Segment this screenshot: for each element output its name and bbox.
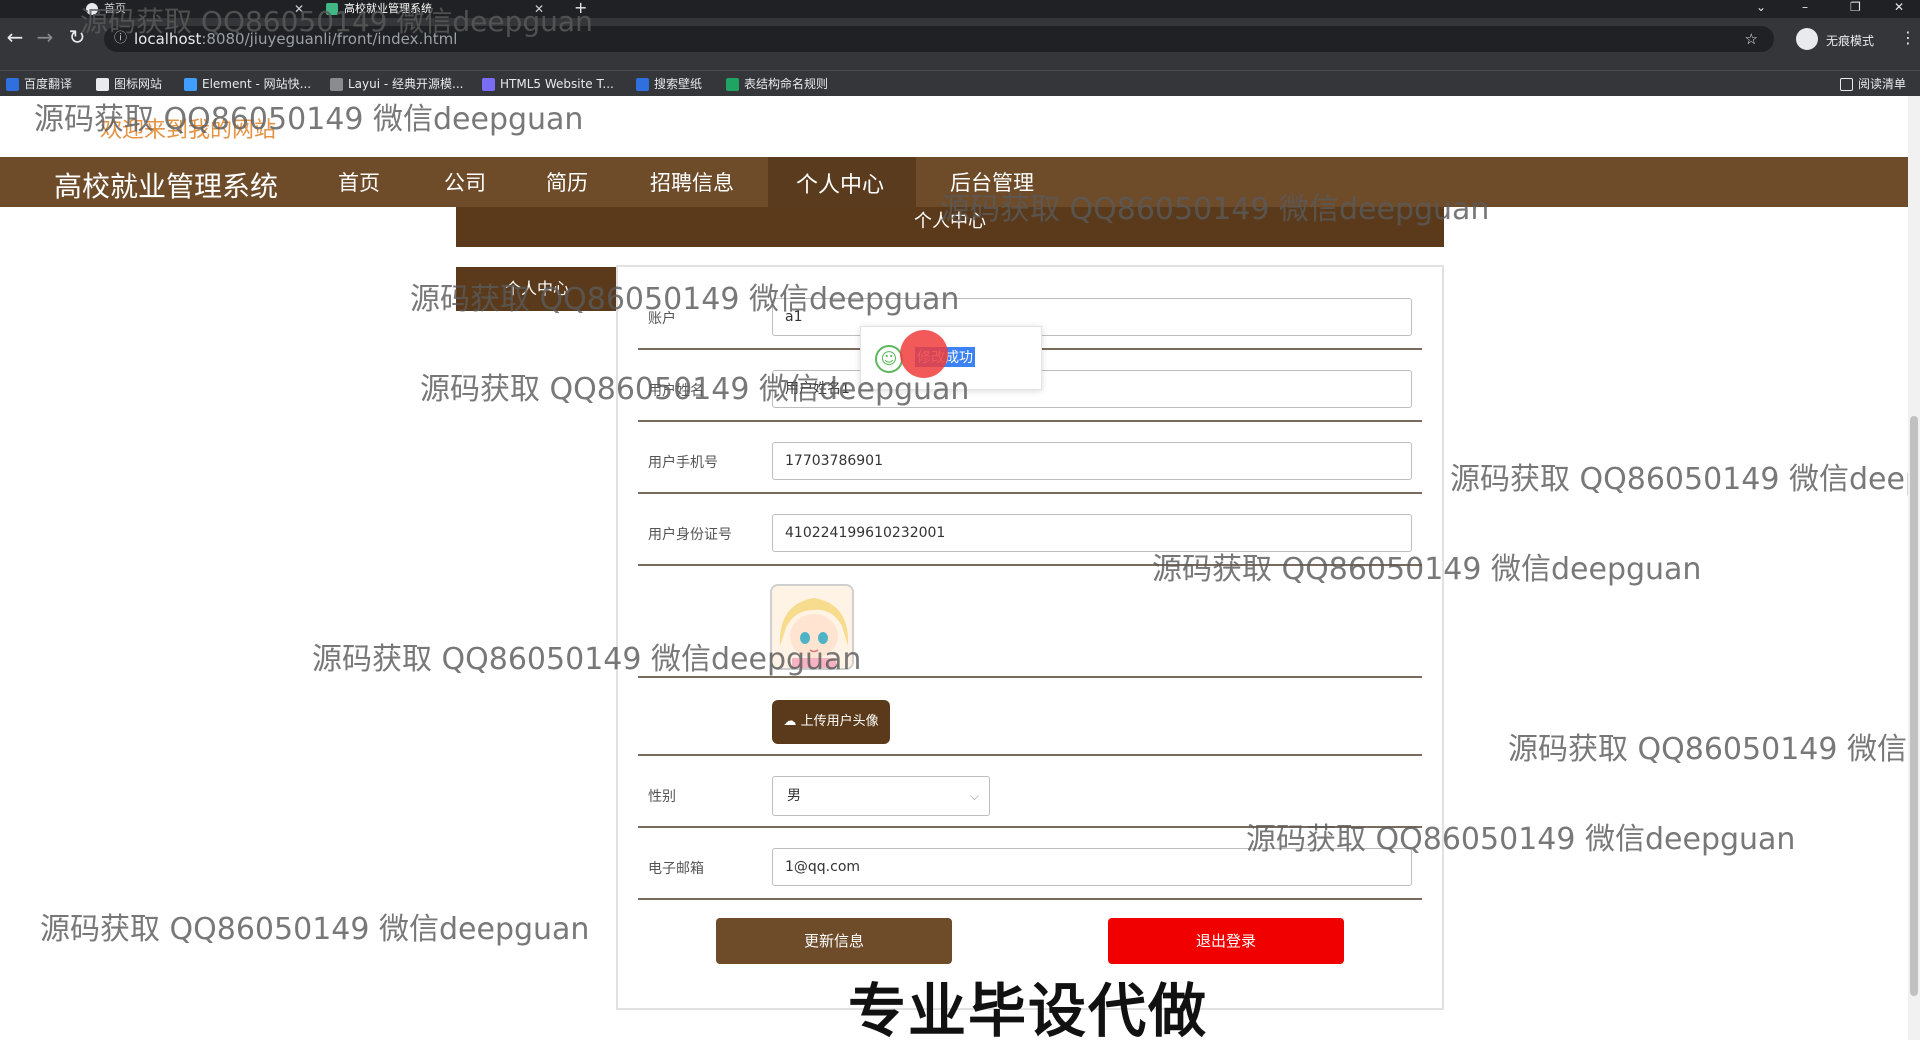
- star-icon[interactable]: ☆: [1745, 26, 1758, 52]
- gender-select[interactable]: 男 ⌵: [772, 776, 990, 816]
- bookmark-label: 搜索壁纸: [654, 77, 703, 91]
- phone-label: 用户手机号: [648, 455, 718, 471]
- watermark-text: 源码获取 QQ86050149 微信deepguan: [1450, 462, 1920, 497]
- reading-list-button[interactable]: 阅读清单: [1840, 75, 1906, 93]
- bookmark-item[interactable]: Layui - 经典开源模...: [330, 75, 463, 93]
- watermark-text: 源码获取 QQ86050149 微信deepguan: [34, 102, 584, 137]
- flag-icon: [96, 78, 109, 91]
- bookmark-item[interactable]: HTML5 Website T...: [482, 75, 614, 93]
- gender-label: 性别: [648, 789, 676, 805]
- bookmark-label: 图标网站: [114, 77, 163, 91]
- forward-icon[interactable]: →: [32, 24, 58, 50]
- reading-list-label: 阅读清单: [1858, 77, 1907, 91]
- update-info-button[interactable]: 更新信息: [716, 918, 952, 964]
- scroll-thumb[interactable]: [1910, 416, 1918, 996]
- minimize-icon[interactable]: –: [1802, 0, 1808, 14]
- menu-icon[interactable]: ⋮: [1900, 28, 1916, 47]
- chevron-down-icon: ⌵: [969, 789, 979, 803]
- layui-icon: [330, 78, 343, 91]
- bookmark-icon: [6, 78, 19, 91]
- nav-home[interactable]: 首页: [338, 167, 380, 197]
- bookmark-label: 表结构命名规则: [744, 77, 829, 91]
- element-icon: [184, 78, 197, 91]
- html5-icon: [482, 78, 495, 91]
- nav-resume[interactable]: 简历: [546, 167, 588, 197]
- bookmark-label: Layui - 经典开源模...: [348, 77, 464, 91]
- watermark-text: 源码获取 QQ86050149 微信deepguan: [1152, 552, 1702, 587]
- upload-avatar-button[interactable]: ☁ 上传用户头像: [772, 700, 890, 744]
- site-title[interactable]: 高校就业管理系统: [54, 165, 278, 205]
- back-icon[interactable]: ←: [2, 24, 28, 50]
- cloud-upload-icon: ☁: [783, 714, 797, 729]
- reading-list-icon: [1840, 78, 1853, 91]
- watermark-text: 源码获取 QQ86050149 微信deepguan: [1508, 732, 1920, 767]
- upload-avatar-label: 上传用户头像: [800, 714, 879, 729]
- nav-jobs[interactable]: 招聘信息: [650, 167, 734, 197]
- bookmark-item[interactable]: 百度翻译: [6, 75, 72, 93]
- bookmark-item[interactable]: 表结构命名规则: [726, 75, 828, 93]
- watermark-text: 源码获取 QQ86050149 微信deepguan: [420, 372, 970, 407]
- bookmark-item[interactable]: 图标网站: [96, 75, 162, 93]
- bookmark-label: HTML5 Website T...: [500, 77, 614, 91]
- watermark-text: 源码获取 QQ86050149 微信deepguan: [940, 192, 1490, 227]
- wallpaper-icon: [636, 78, 649, 91]
- sheet-icon: [726, 78, 739, 91]
- form-row-phone: 用户手机号 17703786901: [638, 422, 1422, 494]
- page-scrollbar[interactable]: [1908, 96, 1920, 1040]
- close-window-icon[interactable]: ✕: [1894, 0, 1904, 14]
- bookmark-item[interactable]: Element - 网站快...: [184, 75, 311, 93]
- bookmark-label: Element - 网站快...: [202, 77, 312, 91]
- email-label: 电子邮箱: [648, 861, 704, 877]
- bookmarks-bar: 百度翻译 图标网站 Element - 网站快... Layui - 经典开源模…: [0, 70, 1920, 96]
- promo-banner-text: 专业毕设代做: [848, 977, 1209, 1045]
- logout-button[interactable]: 退出登录: [1108, 918, 1344, 964]
- chevron-down-icon[interactable]: ⌄: [1756, 0, 1766, 14]
- idcard-label: 用户身份证号: [648, 527, 732, 543]
- watermark-text: 源码获取 QQ86050149 微信deepguan: [80, 5, 593, 38]
- nav-personal-center[interactable]: 个人中心: [796, 167, 884, 199]
- restore-icon[interactable]: ❐: [1850, 0, 1861, 14]
- phone-input[interactable]: 17703786901: [772, 442, 1412, 480]
- watermark-text: 源码获取 QQ86050149 微信deepguan: [1246, 822, 1796, 857]
- watermark-text: 源码获取 QQ86050149 微信deepguan: [40, 912, 590, 947]
- bookmark-item[interactable]: 搜索壁纸: [636, 75, 702, 93]
- bookmark-label: 百度翻译: [24, 77, 73, 91]
- watermark-text: 源码获取 QQ86050149 微信deepguan: [312, 642, 862, 677]
- incognito-icon: [1796, 28, 1818, 50]
- nav-company[interactable]: 公司: [444, 167, 486, 197]
- watermark-text: 源码获取 QQ86050149 微信deepguan: [410, 282, 960, 317]
- form-row-upload: [638, 678, 1422, 756]
- profile-label[interactable]: 无痕模式: [1826, 32, 1874, 49]
- gender-value: 男: [787, 788, 801, 804]
